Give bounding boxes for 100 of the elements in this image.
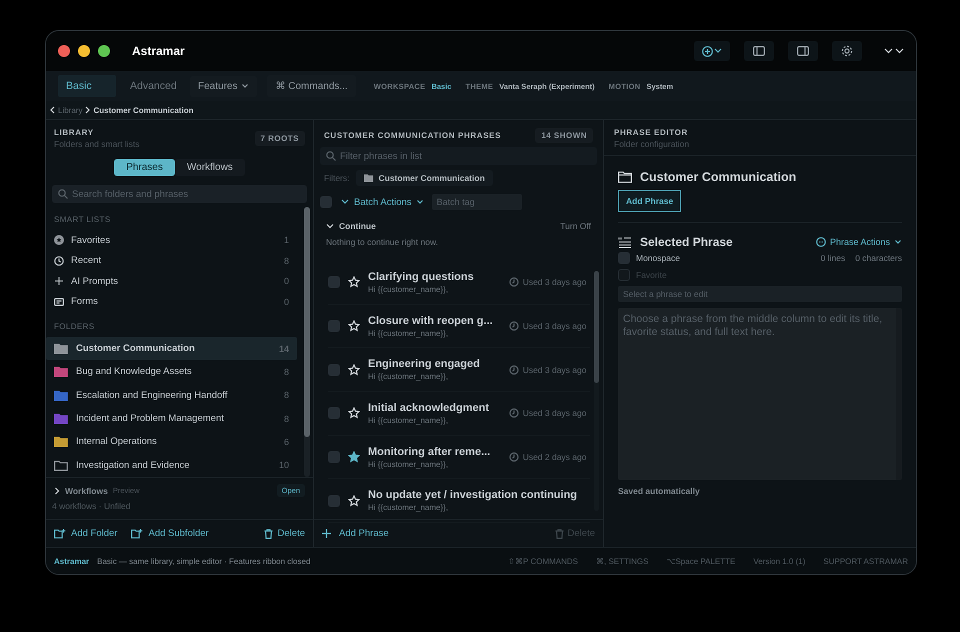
folder-item[interactable]: Escalation and Engineering Handoff 8 bbox=[46, 384, 297, 407]
star-icon[interactable] bbox=[348, 407, 360, 420]
star-icon[interactable] bbox=[348, 320, 360, 332]
phrase-actions-menu[interactable]: Phrase Actions bbox=[816, 237, 902, 247]
item-count: 8 bbox=[284, 366, 289, 377]
window-title: Astramar bbox=[132, 44, 185, 58]
add-phrase-button[interactable]: Add Phrase bbox=[618, 190, 682, 212]
batch-actions-menu[interactable]: Batch Actions bbox=[340, 196, 424, 208]
add-menu-button[interactable] bbox=[694, 41, 730, 61]
right-sidebar-button[interactable] bbox=[788, 41, 818, 61]
checkbox[interactable] bbox=[328, 320, 340, 332]
section-title: PHRASE EDITOR bbox=[614, 128, 689, 137]
phrase-preview: Hi {{customer_name}}, bbox=[368, 416, 450, 425]
phrase-row[interactable]: Initial acknowledgment Hi {{customer_name}}, Used 3 days ago bbox=[328, 392, 590, 436]
phrase-row[interactable]: Clarifying questions Hi {{customer_name}}, Used 3 days ago bbox=[328, 261, 590, 305]
add-phrase-button[interactable]: Add Phrase bbox=[322, 528, 389, 539]
left-sidebar-button[interactable] bbox=[744, 41, 774, 61]
segment-tab[interactable]: Workflows bbox=[174, 159, 245, 176]
item-count: 6 bbox=[284, 436, 289, 447]
chevron-icon[interactable] bbox=[326, 222, 334, 230]
item-count: 14 bbox=[278, 344, 289, 354]
checkbox[interactable] bbox=[618, 252, 630, 264]
delete-button[interactable]: Delete bbox=[264, 528, 305, 539]
phrase-row[interactable]: Engineering engaged Hi {{customer_name}}, Used 3 days ago bbox=[328, 348, 590, 392]
section-subtitle: Folder configuration bbox=[614, 139, 690, 149]
checkbox[interactable] bbox=[320, 196, 332, 208]
minimize-button[interactable] bbox=[78, 45, 90, 57]
folder-item[interactable]: Bug and Knowledge Assets 8 bbox=[46, 360, 297, 384]
close-button[interactable] bbox=[58, 45, 70, 57]
item-count: 1 bbox=[284, 235, 289, 246]
star-circle-icon bbox=[54, 235, 64, 246]
settings-button[interactable] bbox=[832, 41, 862, 61]
item-count: 10 bbox=[278, 460, 289, 470]
mode-tab[interactable]: Advanced bbox=[122, 75, 180, 97]
folder-item[interactable]: Investigation and Evidence 10 bbox=[46, 453, 297, 477]
star-icon[interactable] bbox=[348, 364, 360, 376]
add-subfolder-button[interactable]: Add Subfolder bbox=[131, 528, 209, 539]
checkbox[interactable] bbox=[328, 494, 340, 507]
scrollbar-thumb[interactable] bbox=[594, 271, 599, 383]
search-field[interactable]: Search folders and phrases bbox=[52, 185, 307, 203]
star-icon[interactable] bbox=[348, 494, 360, 507]
filter-field[interactable]: Filter phrases in list bbox=[320, 147, 597, 165]
phrase-title: Closure with reopen g... bbox=[368, 314, 493, 327]
folder-item[interactable]: Incident and Problem Management 8 bbox=[46, 406, 297, 430]
option-label: Monospace bbox=[636, 252, 680, 262]
clock-icon bbox=[54, 256, 64, 266]
folder-icon bbox=[364, 174, 374, 182]
more-circle-icon bbox=[816, 237, 826, 247]
checkbox[interactable] bbox=[328, 276, 340, 288]
phrase-preview: Hi {{customer_name}}, bbox=[368, 503, 450, 512]
phrase-preview: Hi {{customer_name}}, bbox=[368, 284, 450, 294]
folder-plus-icon bbox=[54, 528, 66, 538]
phrase-title: No update yet / investigation continuing bbox=[368, 489, 578, 502]
continue-label: Continue bbox=[339, 221, 376, 231]
filter-chip[interactable]: Customer Communication bbox=[356, 170, 493, 186]
clock-icon bbox=[508, 408, 519, 418]
item-count: 8 bbox=[284, 256, 289, 266]
breadcrumb-link[interactable]: Customer Communication bbox=[93, 106, 194, 114]
character-count: 0 characters bbox=[855, 252, 902, 262]
smart-list-item[interactable]: Favorites 1 bbox=[46, 230, 297, 250]
folder-plus-icon bbox=[131, 528, 144, 538]
caret-icon bbox=[416, 198, 424, 206]
sidebar-left-icon bbox=[753, 46, 765, 56]
smart-list-item[interactable]: AI Prompts 0 bbox=[46, 271, 297, 292]
folder-icon bbox=[618, 171, 632, 183]
phrase-preview: Hi {{customer_name}}, bbox=[368, 328, 450, 338]
checkbox[interactable] bbox=[328, 451, 340, 464]
empty-message: Nothing to continue right now. bbox=[325, 236, 439, 249]
star-icon[interactable] bbox=[348, 276, 360, 288]
zoom-button[interactable] bbox=[98, 45, 110, 57]
form-icon bbox=[54, 296, 64, 307]
chevron-icon[interactable] bbox=[54, 486, 60, 494]
section-title: LIBRARY bbox=[54, 128, 95, 137]
phrase-text-area[interactable]: Choose a phrase from the middle column to edit its title, favorite status, and full text here. bbox=[618, 308, 902, 480]
item-count: 8 bbox=[284, 414, 289, 424]
mode-tab[interactable]: Basic bbox=[58, 75, 116, 97]
phrase-preview: Hi {{customer_name}}, bbox=[368, 460, 450, 469]
item-count: 8 bbox=[284, 390, 289, 400]
turn-off-button[interactable]: Turn Off bbox=[560, 221, 591, 231]
checkbox[interactable] bbox=[328, 407, 340, 420]
phrase-row[interactable]: Closure with reopen g... Hi {{customer_name}}, Used 3 days ago bbox=[328, 304, 590, 348]
smart-list-item[interactable]: Recent 8 bbox=[46, 250, 297, 271]
phrase-row[interactable]: No update yet / investigation continuing Hi {{customer_name}}, bbox=[328, 479, 590, 524]
workflows-label: Workflows bbox=[65, 486, 108, 496]
smart-list-item[interactable]: Forms 0 bbox=[46, 292, 297, 312]
title-field[interactable]: Select a phrase to edit bbox=[618, 286, 902, 302]
folder-item[interactable]: Internal Operations 6 bbox=[46, 430, 297, 454]
segment-tab[interactable]: Phrases bbox=[114, 159, 175, 176]
batch-tag-field[interactable]: Batch tag bbox=[432, 194, 522, 210]
count-badge: 7 ROOTS bbox=[254, 131, 305, 146]
clock-icon bbox=[508, 277, 519, 288]
checkbox[interactable] bbox=[328, 364, 340, 376]
trash-icon bbox=[264, 528, 273, 538]
phrase-row[interactable]: Monitoring after reme... Hi {{customer_name}}, Used 2 days ago bbox=[328, 436, 590, 480]
star-icon[interactable] bbox=[348, 451, 360, 464]
folder-item[interactable]: Customer Communication 14 bbox=[46, 337, 297, 360]
count-badge: 14 SHOWN bbox=[535, 128, 593, 143]
double-chevron-icon[interactable] bbox=[884, 46, 904, 56]
group-label: FOLDERS bbox=[53, 321, 96, 333]
add-folder-button[interactable]: Add Folder bbox=[54, 528, 118, 539]
